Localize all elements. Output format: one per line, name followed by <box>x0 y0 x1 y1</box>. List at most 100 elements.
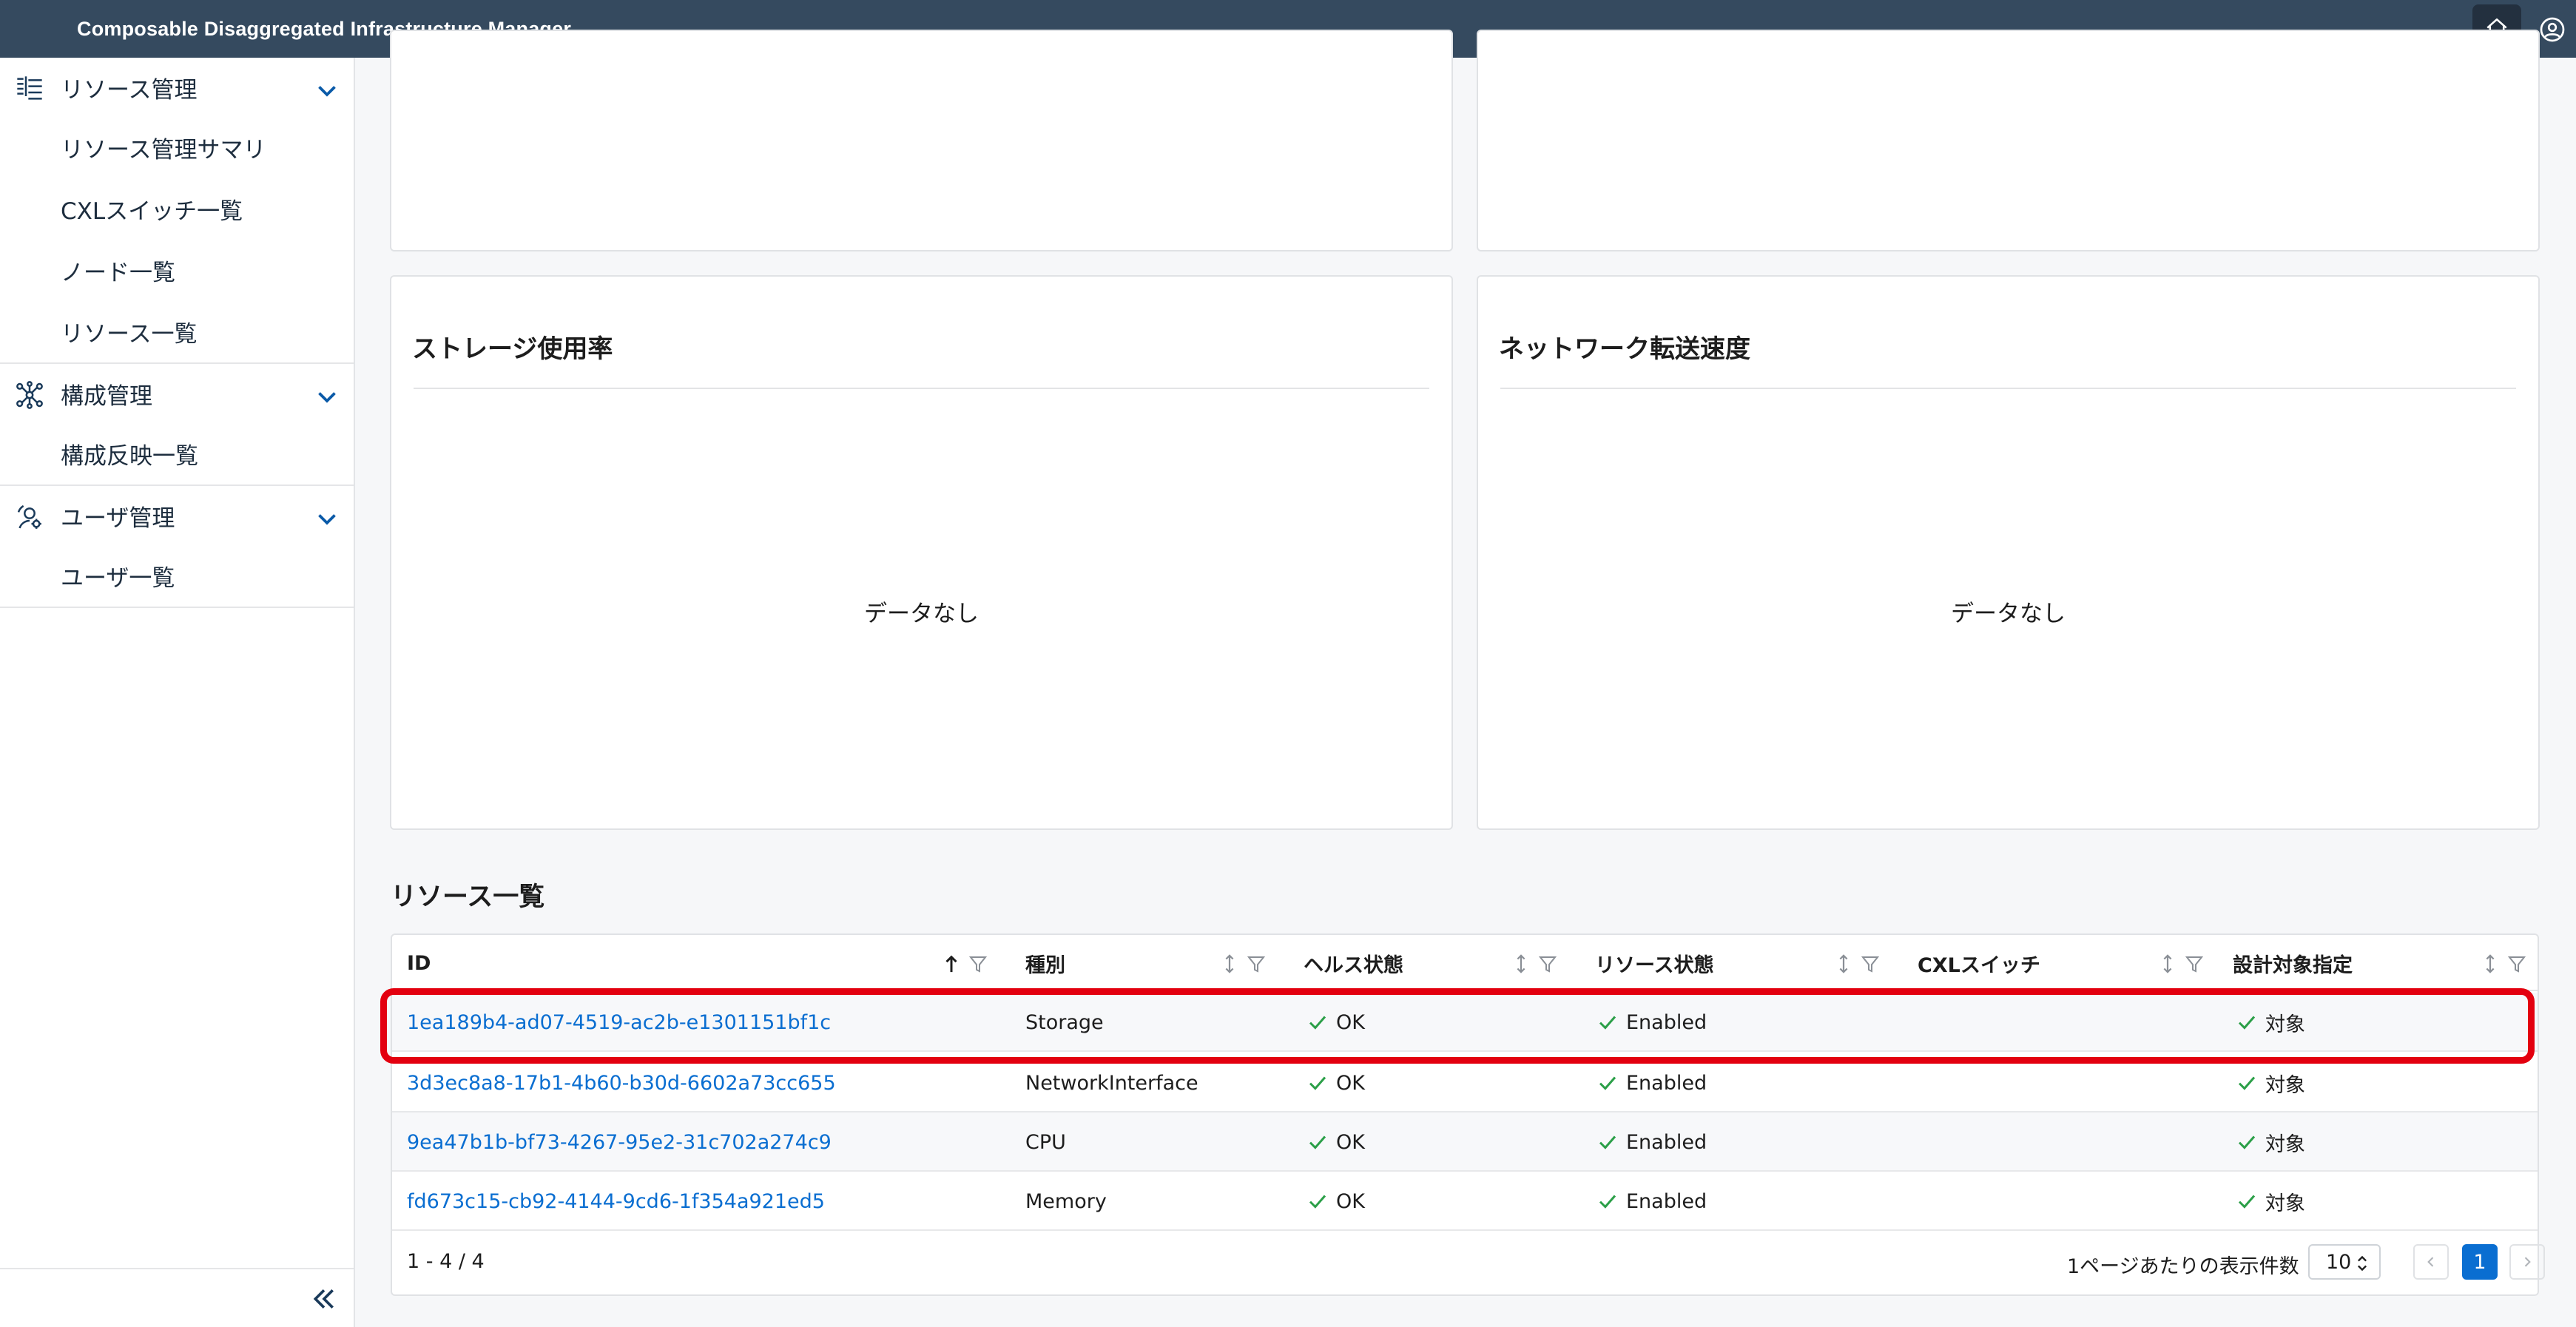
divider <box>1500 388 2516 389</box>
column-label: CXLスイッチ <box>1918 953 2040 977</box>
check-icon <box>1309 1076 1326 1090</box>
check-icon <box>2238 1076 2256 1090</box>
table-row[interactable]: 9ea47b1b-bf73-4267-95e2-31c702a274c9 CPU… <box>392 1112 2538 1172</box>
sidebar: リソース管理 リソース管理サマリ CXLスイッチ一覧 ノード一覧 リソース一覧 … <box>0 58 355 1327</box>
sort-ascending-icon[interactable] <box>944 954 959 973</box>
table-footer: 1 - 4 / 4 1ページあたりの表示件数 10 1 <box>392 1231 2545 1296</box>
resource-state: Enabled <box>1596 1112 1707 1172</box>
chevron-right-icon <box>2524 1257 2531 1267</box>
filter-icon[interactable] <box>969 955 987 973</box>
user-circle-icon <box>2540 17 2565 42</box>
per-page-value: 10 <box>2326 1250 2352 1274</box>
check-icon <box>1599 1135 1616 1149</box>
no-data-message: データなし <box>1951 601 2066 627</box>
check-icon <box>1309 1195 1326 1209</box>
filter-icon[interactable] <box>1247 955 1265 973</box>
chevron-down-icon[interactable] <box>314 383 340 410</box>
resource-tree-icon <box>17 76 42 100</box>
filter-icon[interactable] <box>1861 955 1879 973</box>
select-arrows-icon <box>2358 1255 2367 1272</box>
column-header-design-target[interactable]: 設計対象指定 <box>2233 935 2353 991</box>
nav-group-header-user[interactable]: ユーザ管理 <box>0 486 354 545</box>
sidebar-item-cxl-switch-list[interactable]: CXLスイッチ一覧 <box>0 178 354 240</box>
sidebar-item-resource-list[interactable]: リソース一覧 <box>0 301 354 362</box>
resource-id-link[interactable]: 9ea47b1b-bf73-4267-95e2-31c702a274c9 <box>407 1112 832 1172</box>
column-header-health[interactable]: ヘルス状態 <box>1304 935 1403 991</box>
filter-icon[interactable] <box>2508 955 2526 973</box>
state-text: Enabled <box>1626 1189 1707 1213</box>
row-range: 1 - 4 / 4 <box>407 1250 485 1273</box>
design-target: 対象 <box>2236 1172 2305 1231</box>
nav-group-label: 構成管理 <box>61 382 152 410</box>
column-header-type[interactable]: 種別 <box>1025 935 1065 991</box>
collapse-left-icon[interactable] <box>309 1284 339 1314</box>
chart-card-storage-usage: ストレージ使用率 データなし <box>390 275 1453 830</box>
check-icon <box>2238 1135 2256 1149</box>
sidebar-item-resource-summary[interactable]: リソース管理サマリ <box>0 117 354 178</box>
sidebar-collapse-bar <box>0 1268 354 1327</box>
check-icon <box>2238 1195 2256 1209</box>
health-status: OK <box>1306 1172 1365 1231</box>
page-number: 1 <box>2473 1250 2486 1274</box>
column-header-id[interactable]: ID <box>407 935 431 991</box>
target-text: 対象 <box>2265 1073 2305 1097</box>
column-label: 設計対象指定 <box>2233 953 2353 977</box>
column-header-cxl-switch[interactable]: CXLスイッチ <box>1918 935 2040 991</box>
sort-icon[interactable] <box>1514 954 1528 973</box>
divider <box>414 388 1429 389</box>
sort-icon[interactable] <box>1222 954 1237 973</box>
state-text: Enabled <box>1626 1130 1707 1154</box>
check-icon <box>1599 1076 1616 1090</box>
page-button-current[interactable]: 1 <box>2462 1244 2498 1280</box>
health-text: OK <box>1336 1189 1365 1213</box>
per-page-label: 1ページあたりの表示件数 <box>2067 1255 2299 1278</box>
resource-type: Memory <box>1025 1189 1107 1213</box>
sort-icon[interactable] <box>2160 954 2175 973</box>
nav-group-header-config[interactable]: 構成管理 <box>0 364 354 423</box>
target-text: 対象 <box>2265 1192 2305 1215</box>
nav-group-resource: リソース管理 リソース管理サマリ CXLスイッチ一覧 ノード一覧 リソース一覧 <box>0 58 354 364</box>
chevron-down-icon[interactable] <box>314 77 340 104</box>
filter-icon[interactable] <box>1539 955 1557 973</box>
resource-id-link[interactable]: fd673c15-cb92-4144-9cd6-1f354a921ed5 <box>407 1172 825 1231</box>
chevron-left-icon <box>2427 1257 2434 1267</box>
chart-card-top-right <box>1477 30 2540 251</box>
chart-card-network-transfer: ネットワーク転送速度 データなし <box>1477 275 2540 830</box>
table-row[interactable]: fd673c15-cb92-4144-9cd6-1f354a921ed5 Mem… <box>392 1172 2538 1231</box>
state-text: Enabled <box>1626 1071 1707 1095</box>
sidebar-item-config-apply-list[interactable]: 構成反映一覧 <box>0 423 354 484</box>
chevron-down-icon[interactable] <box>314 505 340 532</box>
section-title-resource-list: リソース一覧 <box>391 882 545 912</box>
sidebar-item-user-list[interactable]: ユーザ一覧 <box>0 545 354 607</box>
column-label: ヘルス状態 <box>1304 953 1403 977</box>
user-gear-icon <box>17 504 41 529</box>
filter-icon[interactable] <box>2185 955 2203 973</box>
network-nodes-icon <box>16 381 43 409</box>
nav-group-label: ユーザ管理 <box>61 504 175 532</box>
column-label: ID <box>407 951 431 975</box>
nav-group-header-resource[interactable]: リソース管理 <box>0 58 354 117</box>
row-highlight-annotation <box>380 988 2535 1064</box>
card-title: ネットワーク転送速度 <box>1499 334 1750 364</box>
user-menu-button[interactable] <box>2536 13 2569 46</box>
nav-group-label: リソース管理 <box>61 76 198 104</box>
card-title: ストレージ使用率 <box>412 334 613 364</box>
sort-icon[interactable] <box>1836 954 1851 973</box>
resource-state: Enabled <box>1596 1172 1707 1231</box>
no-data-message: データなし <box>864 601 979 627</box>
health-text: OK <box>1336 1071 1365 1095</box>
per-page-select[interactable]: 10 <box>2308 1244 2381 1280</box>
column-label: 種別 <box>1025 953 1065 977</box>
check-icon <box>1309 1135 1326 1149</box>
next-page-button[interactable] <box>2509 1244 2545 1280</box>
health-status: OK <box>1306 1112 1365 1172</box>
nav-group-config: 構成管理 構成反映一覧 <box>0 364 354 486</box>
column-label: リソース状態 <box>1595 953 1714 977</box>
prev-page-button[interactable] <box>2413 1244 2449 1280</box>
resource-type: CPU <box>1025 1130 1066 1154</box>
sort-icon[interactable] <box>2483 954 2498 973</box>
check-icon <box>1599 1195 1616 1209</box>
sidebar-item-node-list[interactable]: ノード一覧 <box>0 240 354 301</box>
column-header-resource-state[interactable]: リソース状態 <box>1595 935 1714 991</box>
design-target: 対象 <box>2236 1112 2305 1172</box>
